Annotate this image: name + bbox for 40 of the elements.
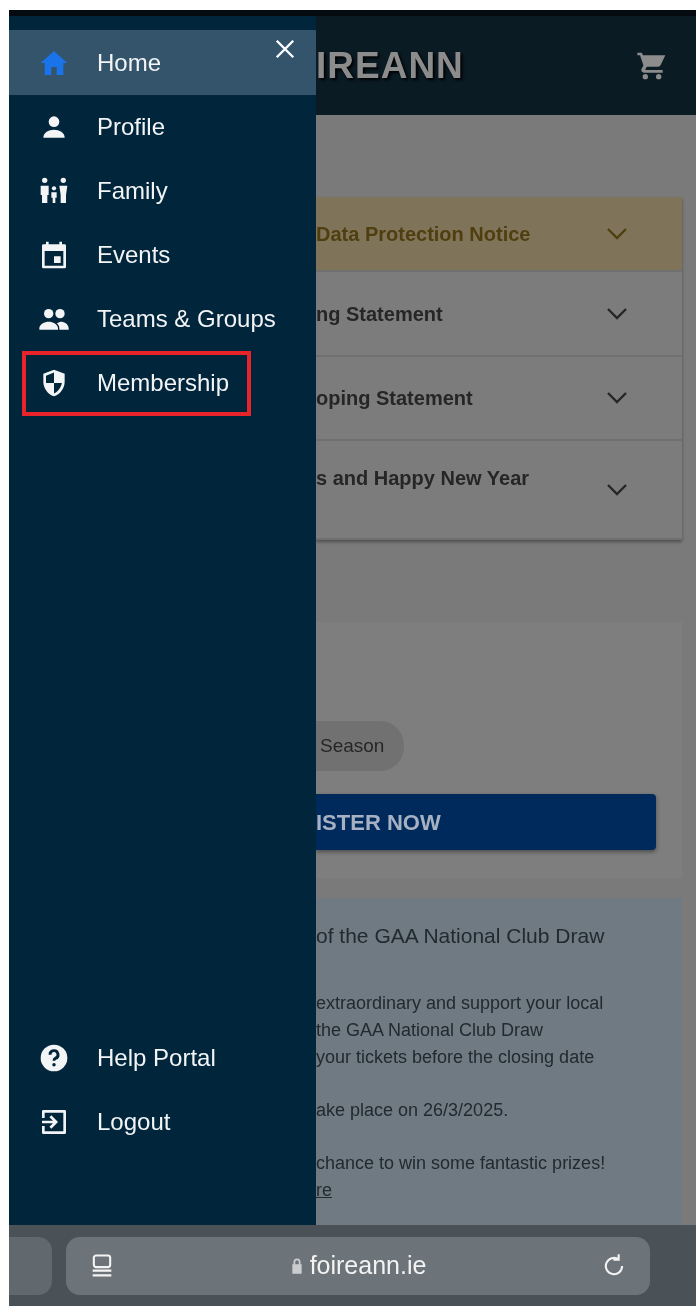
menu-item[interactable]: Teams & Groups bbox=[9, 287, 316, 351]
info-text: ake place on 26/3/2025. bbox=[316, 1098, 510, 1122]
menu-label: Home bbox=[97, 47, 162, 78]
accordion-header[interactable]: s and Happy New Year bbox=[316, 441, 682, 540]
info-text: the GAA National Club Draw bbox=[316, 1018, 545, 1042]
accordion-header[interactable]: oping Statement bbox=[316, 357, 682, 441]
accordion-title: Data Protection Notice bbox=[316, 221, 531, 247]
info-text: your tickets before the closing date bbox=[316, 1045, 596, 1069]
close-icon[interactable] bbox=[274, 38, 296, 60]
menu-item[interactable]: Help Portal bbox=[9, 1026, 316, 1090]
accordion-title: s and Happy New Year bbox=[316, 466, 530, 491]
menu-item[interactable]: Events bbox=[9, 223, 316, 287]
accordion-header[interactable]: ng Statement bbox=[316, 272, 682, 357]
menu-item[interactable]: Family bbox=[9, 159, 316, 223]
menu-item[interactable]: Profile bbox=[9, 95, 316, 159]
lock-icon bbox=[289, 1256, 304, 1275]
register-button[interactable]: ISTER NOW bbox=[316, 794, 656, 850]
menu-label: Logout bbox=[97, 1107, 171, 1137]
chevron-icon bbox=[606, 226, 628, 241]
chevron-icon bbox=[606, 482, 628, 497]
info-text: extraordinary and support your local bbox=[316, 991, 605, 1015]
logo-text: IREANN bbox=[316, 43, 464, 88]
menu-label: Family bbox=[97, 176, 168, 206]
menu-label: Events bbox=[97, 240, 171, 270]
url-text: foireann.ie bbox=[309, 1249, 427, 1281]
help-icon bbox=[38, 1042, 70, 1074]
menu-label: Help Portal bbox=[97, 1043, 216, 1073]
accordion-title: ng Statement bbox=[316, 301, 443, 327]
chevron-icon bbox=[606, 391, 628, 405]
menu-label: Membership bbox=[97, 368, 230, 398]
accordion-title: oping Statement bbox=[316, 386, 473, 411]
menu-label: Profile bbox=[97, 112, 166, 142]
menu-label: Teams & Groups bbox=[97, 304, 276, 334]
menu-item[interactable]: Home bbox=[9, 30, 316, 95]
chevron-icon bbox=[606, 306, 628, 321]
info-title: of the GAA National Club Draw bbox=[316, 923, 606, 949]
menu-item[interactable]: Membership bbox=[9, 351, 316, 415]
menu-item[interactable]: Logout bbox=[9, 1090, 316, 1154]
info-text: chance to win some fantastic prizes! bbox=[316, 1151, 607, 1175]
address-bar[interactable]: foireann.ie bbox=[66, 1236, 650, 1295]
